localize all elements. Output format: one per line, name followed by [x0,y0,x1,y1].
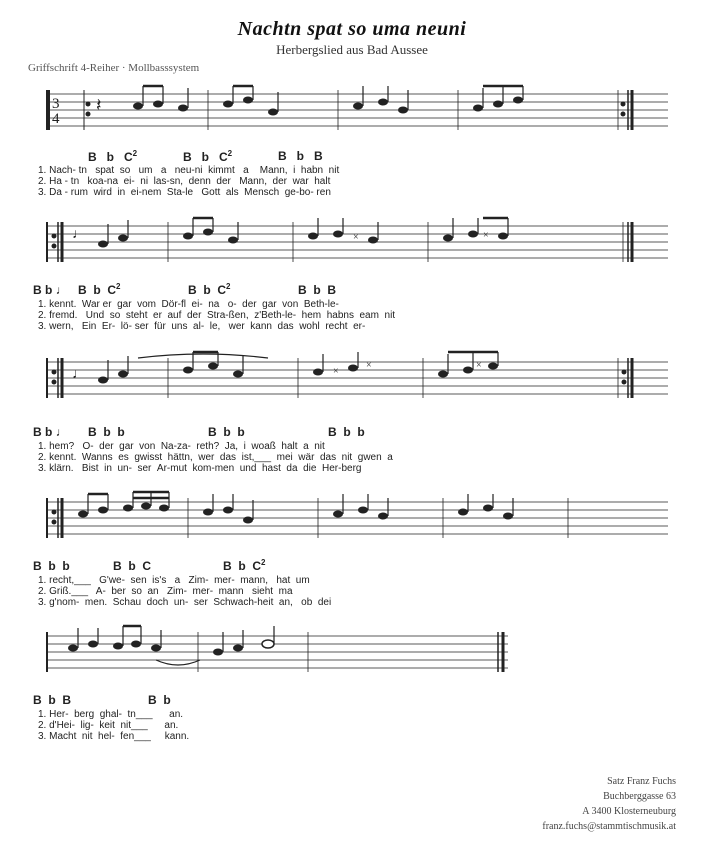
stave-section-5: B b B B b 1. Her- berg ghal- tn___ an. 2… [28,618,676,742]
chords-lyrics-1: B b C2 B b C2 B b B [28,149,676,165]
chord5-b1: B b B [33,693,71,707]
cl-rest [33,149,88,165]
svg-text:×: × [366,360,372,371]
lyric-2-1: 1. kennt. War er gar vom Dör-fl ei- na o… [38,299,676,310]
chord4-b1: B b b [33,559,70,573]
main-title: Nachtn spat so uma neuni [28,18,676,41]
lyric-3-3: 3. klärn. Bist in un- ser Ar-mut kom-men… [38,463,676,474]
lyric-2-2: 2. fremd. Und so steht er auf der Stra-ß… [38,310,676,321]
lyric-1-3: 3. Da - rum wird in ei-nem Sta-le Gott a… [38,187,676,198]
chord-b1: B b C2 [88,149,183,164]
chord3-b4: B b b [328,425,365,439]
lyrics-3: 1. hem? O- der gar von Na-za- reth? Ja, … [28,441,676,474]
stave-svg-2: ♩ × [28,208,676,280]
cl5-b2: B b [148,691,248,709]
title-block: Nachtn spat so uma neuni Herbergslied au… [28,18,676,58]
svg-text:3: 3 [52,96,60,112]
subtitle: Herbergslied aus Bad Aussee [28,42,676,58]
svg-text:♩: ♩ [72,367,86,382]
chord-b3: B b B [278,149,373,163]
chord5-b2: B b [148,693,171,707]
stave-section-4: B b b B b C B b C2 1. recht,___ G'we- se… [28,484,676,608]
svg-text:×: × [476,360,482,371]
svg-text:𝄽: 𝄽 [96,95,102,115]
lyric-1-2: 2. Ha - tn koa-na ei- ni las-sn, denn de… [38,176,676,187]
lyrics-4: 1. recht,___ G'we- sen is's a Zim- mer- … [28,575,676,608]
stave-svg-4 [28,484,676,556]
page: Nachtn spat so uma neuni Herbergslied au… [0,0,704,852]
chords-4: B b b B b C B b C2 [28,557,676,575]
footer-line1: Satz Franz Fuchs [542,774,676,789]
lyrics-5: 1. Her- berg ghal- tn___ an. 2. d'Hei- l… [28,709,676,742]
chord-rest [33,149,88,165]
chords-3: B b ♩ B b b B b b B b b [28,423,676,441]
cl4-b1: B b b [33,557,113,575]
svg-text:×: × [333,366,339,377]
chord2-b3: B b C2 [188,283,230,297]
cl4-b3: B b C2 [223,557,333,575]
cl2-b4: B b B [298,281,408,299]
chords-5: B b B B b [28,691,676,709]
chord2-b1: B b ♩ [33,283,68,297]
cl-b3: B b B [278,149,373,165]
lyric-5-2: 2. d'Hei- lig- keit nit___ an. [38,720,676,731]
svg-text:♩: ♩ [72,227,86,242]
stave-svg-3: ♩ × × [28,342,676,422]
stave-svg-1: 3 4 𝄽 [28,76,676,148]
footer-line4: franz.fuchs@stammtischmusik.at [542,819,676,834]
footer-info: Satz Franz Fuchs Buchberggasse 63 A 3400… [542,774,676,834]
chord-b2: B b C2 [183,149,278,164]
lyric-5-1: 1. Her- berg ghal- tn___ an. [38,709,676,720]
lyric-2-3: 3. wern, Ein Er- lö- ser für uns al- le,… [38,321,676,332]
stave-section-2: ♩ × [28,208,676,332]
lyric-4-3: 3. g'nom- men. Schau doch un- ser Schwac… [38,597,676,608]
lyric-4-2: 2. Griß.___ A- ber so an Zim- mer- mann … [38,586,676,597]
chord4-b3: B b C2 [223,559,265,573]
cl-b1: B b C2 [88,149,183,165]
lyric-3-2: 2. kennt. Wanns es gwisst hättn, wer das… [38,452,676,463]
chords-2: B b ♩ B b C2 B b C2 B b B [28,281,676,299]
cl3-b2: B b b [88,423,208,441]
cl3-b4: B b b [328,423,448,441]
chord2-b2: B b C2 [78,283,120,297]
svg-text:4: 4 [52,111,60,127]
cl-b2: B b C2 [183,149,278,165]
cl2-b1: B b ♩ [33,281,78,299]
cl3-b1: B b ♩ [33,423,88,441]
chord2-b4: B b B [298,283,336,297]
cl5-b1: B b B [33,691,148,709]
stave-section-3: ♩ × × [28,342,676,474]
footer-line3: A 3400 Klosterneuburg [542,804,676,819]
lyrics-1: 1. Nach- tn spat so um a neu-ni kimmt a … [28,165,676,198]
griffschrift-label: Griffschrift 4-Reiher · Mollbasssystem [28,62,676,74]
cl3-b3: B b b [208,423,328,441]
chord3-b1: B b ♩ [33,425,68,439]
chord3-b3: B b b [208,425,245,439]
svg-text:×: × [483,230,489,241]
chord4-b2: B b C [113,559,151,573]
stave-section-1: 3 4 𝄽 [28,76,676,198]
lyric-3-1: 1. hem? O- der gar von Na-za- reth? Ja, … [38,441,676,452]
chord3-b2: B b b [88,425,125,439]
cl2-b2: B b C2 [78,281,188,299]
svg-text:×: × [353,232,359,243]
lyric-1-1: 1. Nach- tn spat so um a neu-ni kimmt a … [38,165,676,176]
lyric-5-3: 3. Macht nit hel- fen___ kann. [38,731,676,742]
cl4-b2: B b C [113,557,223,575]
lyrics-2: 1. kennt. War er gar vom Dör-fl ei- na o… [28,299,676,332]
lyric-4-1: 1. recht,___ G'we- sen is's a Zim- mer- … [38,575,676,586]
stave-svg-5 [28,618,676,690]
footer-line2: Buchberggasse 63 [542,789,676,804]
cl2-b3: B b C2 [188,281,298,299]
